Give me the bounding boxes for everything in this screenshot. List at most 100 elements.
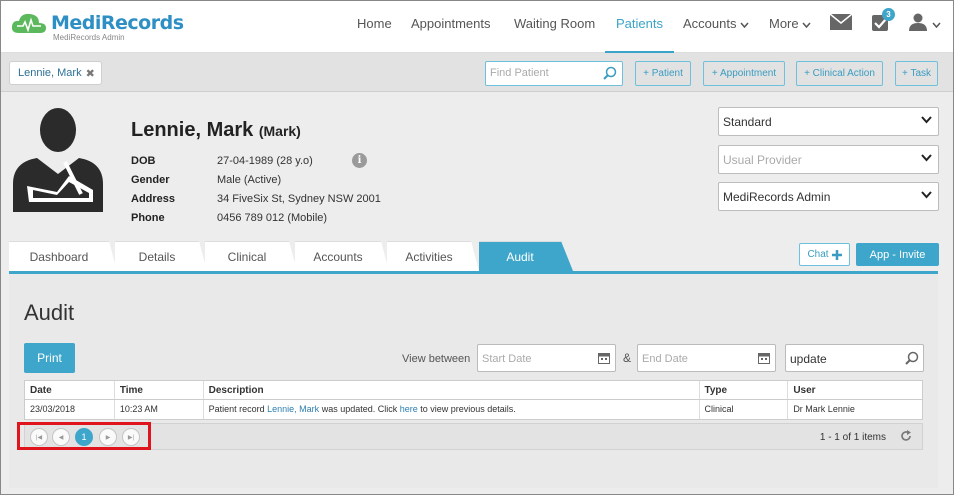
info-icon[interactable]: i — [352, 153, 367, 168]
cloud-logo-icon — [11, 13, 46, 33]
page-title: Audit — [24, 300, 75, 325]
plus-icon — [831, 249, 842, 260]
column-header-date[interactable]: Date — [25, 381, 115, 399]
patient-name: Lennie, Mark (Mark) — [131, 119, 301, 142]
patient-preferred-name: (Mark) — [258, 123, 301, 139]
view-between-label: View between — [402, 353, 471, 365]
nav-accounts[interactable]: Accounts — [683, 16, 749, 31]
find-patient-input[interactable]: Find Patient — [485, 61, 623, 86]
practice-value: MediRecords Admin — [723, 190, 831, 204]
nav-appointments[interactable]: Appointments — [411, 16, 491, 31]
gender-label: Gender — [131, 174, 170, 186]
previous-details-link[interactable]: here — [400, 404, 418, 414]
chat-button[interactable]: Chat — [799, 243, 850, 266]
tab-accounts[interactable]: Accounts — [295, 241, 381, 271]
nav-accounts-label: Accounts — [683, 16, 737, 31]
dob-label: DOB — [131, 155, 156, 167]
tasks-button[interactable]: 3 — [871, 8, 899, 34]
add-task-button[interactable]: + Task — [895, 61, 938, 86]
tab-audit[interactable]: Audit — [479, 241, 561, 271]
chevron-down-icon — [921, 154, 932, 162]
pager-highlight-box — [17, 422, 151, 450]
table-header: Date Time Description Type User — [25, 381, 922, 400]
tab-edge — [561, 241, 573, 271]
mail-icon[interactable] — [830, 14, 852, 30]
dob-value: 27-04-1989 (28 y.o) — [217, 155, 313, 167]
pager: |◀ ◀ 1 ▶ ▶| 1 - 1 of 1 items — [24, 423, 923, 450]
nav-home[interactable]: Home — [357, 16, 392, 31]
table-row[interactable]: 23/03/2018 10:23 AM Patient record Lenni… — [25, 400, 922, 419]
tab-dashboard[interactable]: Dashboard — [9, 241, 109, 271]
audit-search-input[interactable]: update — [785, 344, 924, 372]
close-icon[interactable]: ✖ — [86, 67, 95, 80]
tab-edge — [471, 241, 479, 271]
print-button[interactable]: Print — [24, 343, 75, 373]
user-icon — [909, 13, 927, 31]
nav-more[interactable]: More — [769, 16, 811, 31]
desc-text: was updated. Click — [319, 404, 400, 414]
tasks-badge: 3 — [882, 8, 895, 21]
medirecords-logo[interactable]: MediRecords MediRecords Admin — [9, 9, 184, 45]
billing-type-value: Standard — [723, 115, 772, 129]
user-menu[interactable] — [909, 13, 941, 34]
billing-type-select[interactable]: Standard — [718, 107, 939, 136]
patient-tag-bar: Lennie, Mark ✖ Find Patient + Patient + … — [1, 53, 953, 92]
chevron-down-icon — [740, 22, 749, 29]
search-icon — [905, 351, 919, 365]
address-value: 34 FiveSix St, Sydney NSW 2001 — [217, 193, 381, 205]
row-date: 23/03/2018 — [25, 400, 115, 419]
app-invite-button[interactable]: App - Invite — [856, 243, 939, 266]
search-icon — [603, 66, 617, 80]
usual-provider-select[interactable]: Usual Provider — [718, 145, 939, 174]
chevron-down-icon — [921, 116, 932, 124]
tab-clinical[interactable]: Clinical — [205, 241, 289, 271]
end-date-input[interactable]: End Date — [637, 344, 776, 372]
audit-search-value: update — [790, 352, 827, 366]
chat-label: Chat — [807, 249, 829, 260]
column-header-type[interactable]: Type — [700, 381, 789, 399]
column-header-description[interactable]: Description — [204, 381, 700, 399]
add-appointment-button[interactable]: + Appointment — [703, 61, 785, 86]
patient-avatar-icon — [13, 108, 103, 212]
column-header-time[interactable]: Time — [115, 381, 204, 399]
refresh-icon[interactable] — [900, 430, 912, 442]
logo-subtitle: MediRecords Admin — [53, 33, 125, 42]
column-header-user[interactable]: User — [788, 381, 922, 399]
row-time: 10:23 AM — [115, 400, 204, 419]
logo-name: MediRecords — [51, 12, 184, 34]
gender-value: Male (Active) — [217, 174, 282, 186]
date-range-separator: & — [623, 351, 632, 365]
find-patient-placeholder: Find Patient — [490, 67, 549, 79]
patient-full-name: Lennie, Mark — [131, 119, 254, 141]
nav-more-label: More — [769, 16, 799, 31]
phone-value: 0456 789 012 (Mobile) — [217, 212, 328, 224]
top-nav-bar: MediRecords MediRecords Admin Home Appoi… — [1, 1, 953, 53]
phone-label: Phone — [131, 212, 165, 224]
desc-text: to view previous details. — [417, 404, 516, 414]
row-type: Clinical — [700, 400, 789, 419]
calendar-icon[interactable] — [598, 352, 610, 364]
chevron-down-icon — [802, 22, 811, 29]
address-label: Address — [131, 193, 176, 205]
chevron-down-icon — [932, 22, 941, 29]
patient-chip-label: Lennie, Mark — [18, 67, 82, 79]
pager-info: 1 - 1 of 1 items — [819, 432, 886, 443]
tab-activities[interactable]: Activities — [387, 241, 471, 271]
nav-waiting-room[interactable]: Waiting Room — [514, 16, 595, 31]
patient-chip[interactable]: Lennie, Mark ✖ — [9, 61, 102, 85]
audit-panel: Audit Print View between Start Date & En… — [9, 271, 938, 488]
practice-select[interactable]: MediRecords Admin — [718, 182, 939, 211]
nav-patients[interactable]: Patients — [616, 16, 663, 31]
calendar-icon[interactable] — [758, 352, 770, 364]
row-user: Dr Mark Lennie — [793, 404, 855, 414]
tab-details[interactable]: Details — [115, 241, 199, 271]
audit-table: Date Time Description Type User 23/03/20… — [24, 380, 923, 420]
row-description: Patient record Lennie, Mark was updated.… — [204, 400, 700, 419]
patient-link[interactable]: Lennie, Mark — [267, 404, 319, 414]
start-date-placeholder: Start Date — [482, 353, 532, 365]
usual-provider-placeholder: Usual Provider — [723, 153, 802, 167]
add-clinical-action-button[interactable]: + Clinical Action — [796, 61, 883, 86]
chevron-down-icon — [921, 191, 932, 199]
add-patient-button[interactable]: + Patient — [635, 61, 691, 86]
start-date-input[interactable]: Start Date — [477, 344, 616, 372]
